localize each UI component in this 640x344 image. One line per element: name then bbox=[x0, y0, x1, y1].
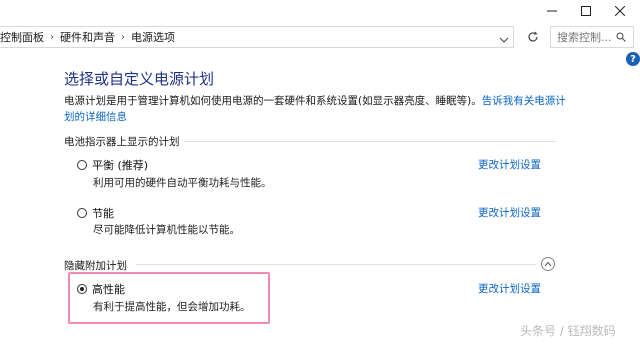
help-button[interactable]: ? bbox=[626, 52, 640, 66]
plan-name-balanced[interactable]: 平衡 (推荐) bbox=[92, 157, 148, 173]
breadcrumb-separator-icon[interactable]: › bbox=[50, 32, 54, 43]
plan-desc-balanced: 利用可用的硬件自动平衡功耗与性能。 bbox=[93, 177, 272, 189]
change-plan-settings-link[interactable]: 更改计划设置 bbox=[478, 157, 541, 172]
plan-desc-power-saver: 尽可能降低计算机性能以节能。 bbox=[93, 224, 240, 236]
radio-balanced[interactable] bbox=[77, 160, 87, 170]
chevron-up-icon bbox=[544, 261, 552, 267]
breadcrumb-separator-icon[interactable]: › bbox=[121, 32, 125, 43]
search-placeholder: 搜索控制... bbox=[557, 31, 612, 44]
search-input[interactable]: 搜索控制... bbox=[550, 26, 634, 48]
help-icon: ? bbox=[630, 53, 636, 65]
hidden-plans-label[interactable]: 隐藏附加计划 bbox=[64, 258, 127, 273]
plan-name-high-performance[interactable]: 高性能 bbox=[92, 281, 125, 297]
section-divider bbox=[184, 141, 556, 142]
change-plan-settings-link[interactable]: 更改计划设置 bbox=[478, 205, 541, 220]
page-description: 电源计划是用于管理计算机如何使用电源的一套硬件和系统设置(如显示器亮度、睡眠等)… bbox=[64, 93, 574, 125]
chevron-down-icon bbox=[499, 37, 509, 43]
radio-power-saver[interactable] bbox=[77, 208, 87, 218]
breadcrumb-control-panel[interactable]: 控制面板 bbox=[0, 29, 44, 45]
address-dropdown-button[interactable] bbox=[498, 31, 510, 43]
highlight-box bbox=[68, 272, 270, 324]
radio-high-performance[interactable] bbox=[77, 284, 87, 294]
minimize-icon bbox=[547, 10, 557, 12]
close-icon bbox=[615, 6, 625, 16]
refresh-icon bbox=[528, 31, 538, 42]
watermark: 头条号 / 钰翔数码 bbox=[520, 324, 616, 338]
breadcrumb-power-options[interactable]: 电源选项 bbox=[131, 29, 175, 45]
description-text: 电源计划是用于管理计算机如何使用电源的一套硬件和系统设置(如显示器亮度、睡眠等)… bbox=[64, 95, 482, 107]
maximize-icon bbox=[581, 6, 591, 16]
change-plan-settings-link[interactable]: 更改计划设置 bbox=[478, 281, 541, 296]
collapse-button[interactable] bbox=[541, 257, 555, 271]
battery-section-label: 电池指示器上显示的计划 bbox=[64, 136, 180, 148]
refresh-button[interactable] bbox=[524, 28, 542, 46]
plan-desc-high-performance: 有利于提高性能，但会增加功耗。 bbox=[93, 301, 251, 313]
search-icon bbox=[616, 32, 626, 42]
page-title: 选择或自定义电源计划 bbox=[64, 70, 215, 88]
close-button[interactable] bbox=[598, 0, 640, 22]
breadcrumb-hardware-sound[interactable]: 硬件和声音 bbox=[60, 29, 115, 45]
address-bar[interactable]: 控制面板 › 硬件和声音 › 电源选项 bbox=[0, 26, 514, 48]
section-divider bbox=[136, 264, 536, 265]
plan-name-power-saver[interactable]: 节能 bbox=[92, 205, 114, 221]
